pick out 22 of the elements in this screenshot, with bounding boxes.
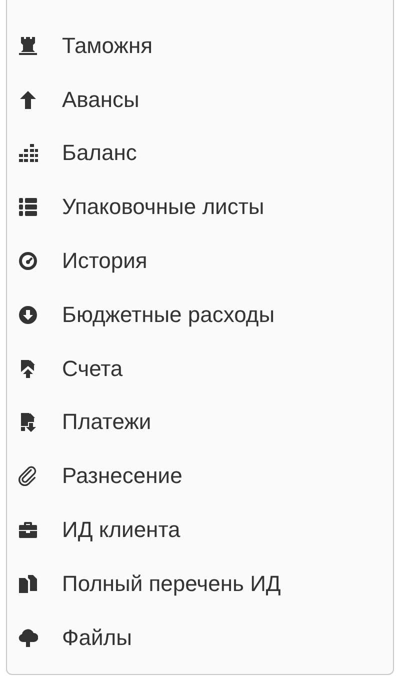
menu-item[interactable]: Баланс: [7, 126, 393, 180]
paperclip-icon: [18, 466, 38, 486]
menu-item[interactable]: Бюджетные расходы: [7, 288, 393, 342]
rook-icon: [18, 36, 38, 56]
menu-item[interactable]: Разнесение: [7, 449, 393, 504]
gauge-icon: [18, 251, 38, 272]
arrow-up-icon: [18, 90, 38, 110]
menu-item[interactable]: Полный перечень ИД: [7, 556, 393, 611]
menu-item[interactable]: История: [7, 234, 393, 288]
bar-chart-icon: [18, 143, 38, 164]
menu-item[interactable]: ИД клиента: [7, 503, 393, 557]
briefcase-icon: [18, 520, 38, 540]
menu-item[interactable]: Файлы: [7, 610, 393, 665]
files-icon: [18, 574, 38, 594]
list-icon: [18, 197, 38, 218]
menu-item[interactable]: Упаковочные листы: [7, 180, 393, 234]
file-download-icon: [18, 412, 38, 432]
menu-item[interactable]: Платежи: [7, 396, 393, 450]
menu-item[interactable]: Счета: [7, 342, 393, 396]
download-icon: [18, 304, 38, 325]
menu-item[interactable]: Таможня: [7, 19, 393, 73]
menu-item[interactable]: Авансы: [7, 72, 393, 127]
